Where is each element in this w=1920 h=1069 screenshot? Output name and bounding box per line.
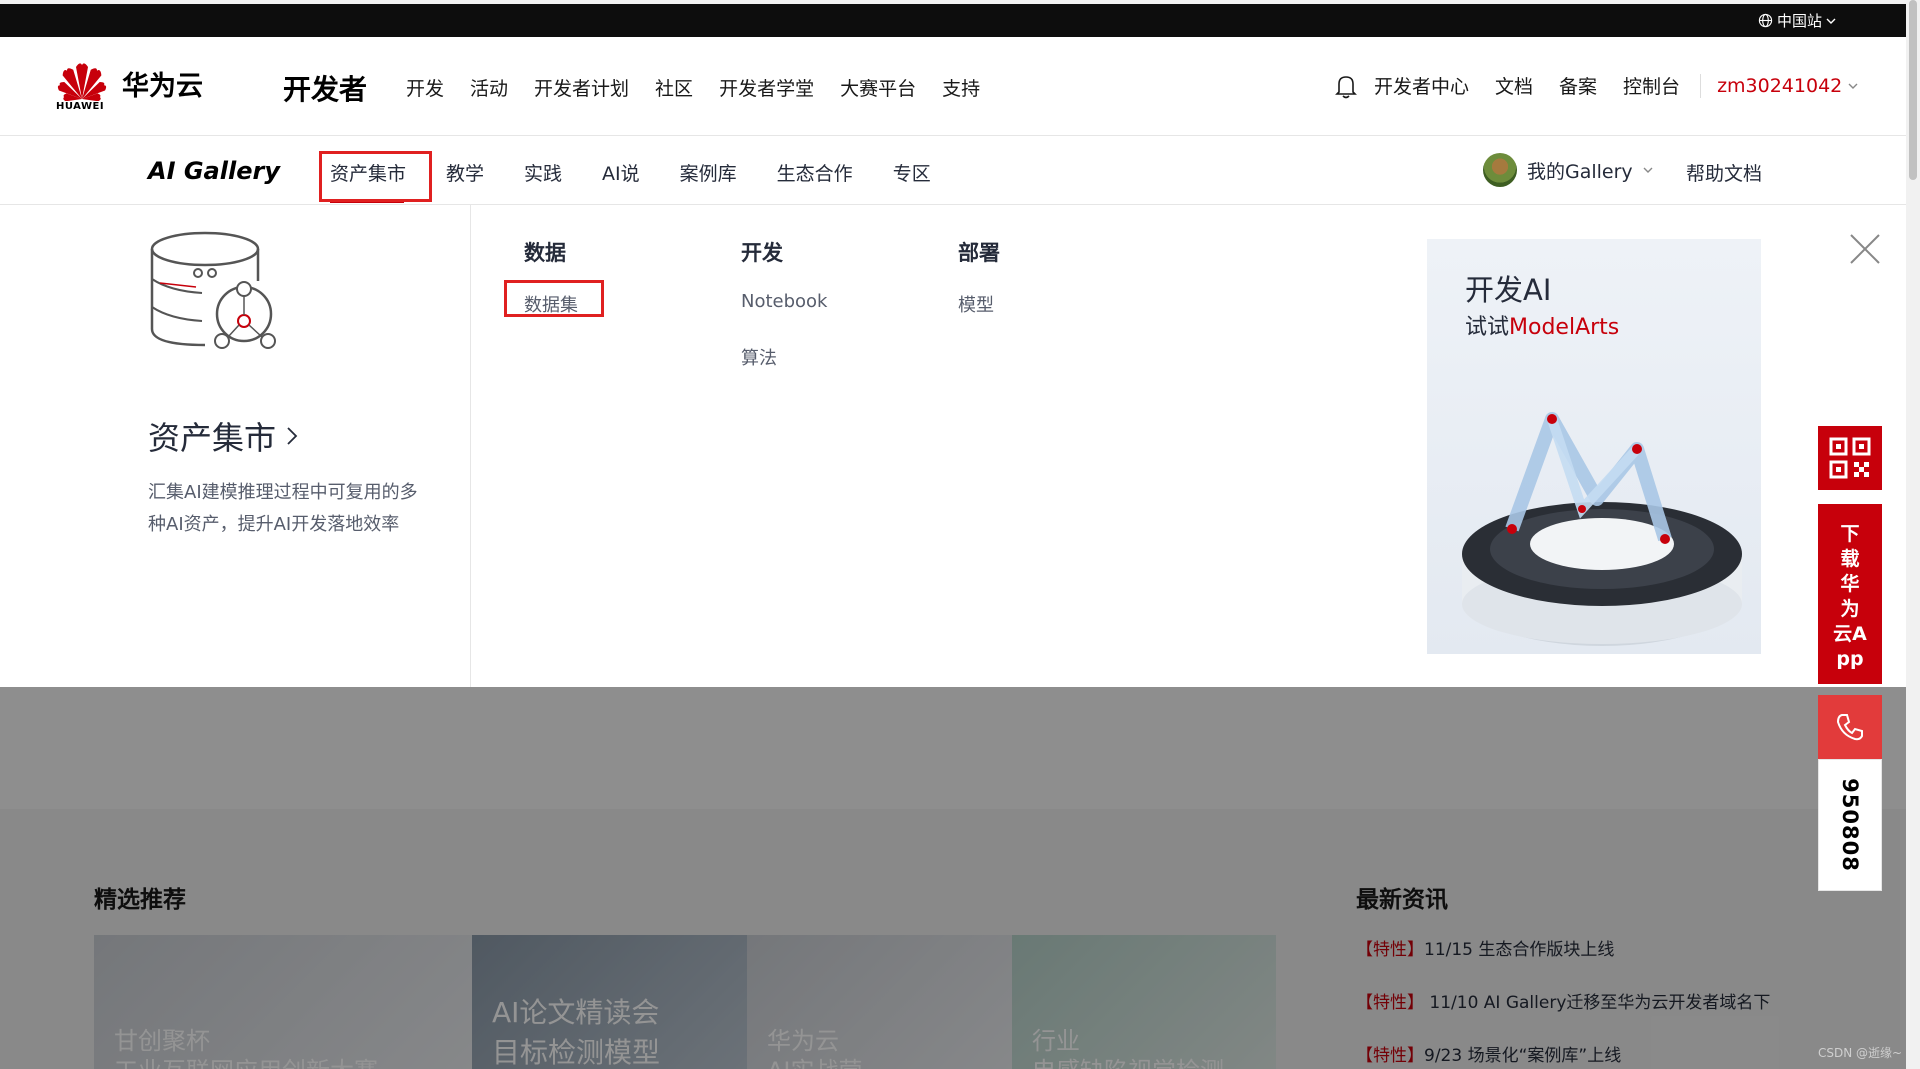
- section-title[interactable]: 开发者: [283, 68, 367, 108]
- annotation-highlight-box: [504, 280, 604, 317]
- help-docs-link[interactable]: 帮助文档: [1686, 159, 1762, 186]
- menu-link-models[interactable]: 模型: [958, 291, 1000, 317]
- nav-item-activities[interactable]: 活动: [470, 74, 508, 101]
- main-header: HUAWEI 华为云 开发者 开发 活动 开发者计划 社区 开发者学堂 大赛平台…: [0, 37, 1906, 136]
- menu-link-notebook[interactable]: Notebook: [741, 291, 827, 312]
- region-label: 中国站: [1776, 12, 1822, 30]
- username: zm30241042: [1717, 74, 1843, 97]
- menu-link-algorithms[interactable]: 算法: [741, 344, 827, 370]
- nav-item-competition[interactable]: 大赛平台: [840, 74, 916, 101]
- annotation-highlight-box: [319, 151, 432, 202]
- docs-link[interactable]: 文档: [1495, 72, 1533, 99]
- tab-ai-talk[interactable]: AI说: [602, 159, 640, 186]
- huawei-cloud-logo[interactable]: HUAWEI 华为云: [56, 61, 203, 112]
- scrollbar-thumb[interactable]: [1909, 0, 1917, 180]
- header-right-nav: 开发者中心 文档 备案 控制台 zm30241042: [1334, 72, 1858, 99]
- chevron-down-icon: [1848, 83, 1858, 89]
- close-icon[interactable]: [1849, 233, 1881, 265]
- dropdown-title-link[interactable]: 资产集市: [148, 413, 298, 459]
- column-heading-develop: 开发: [741, 241, 783, 265]
- modal-overlay[interactable]: [0, 687, 1906, 1069]
- promo-sub-prefix: 试试: [1465, 315, 1510, 340]
- main-nav: 开发 活动 开发者计划 社区 开发者学堂 大赛平台 支持: [406, 74, 980, 101]
- nav-item-develop[interactable]: 开发: [406, 74, 444, 101]
- nav-item-dev-program[interactable]: 开发者计划: [534, 74, 629, 101]
- qr-code-icon: [1829, 437, 1871, 479]
- watermark: CSDN @逝缘~: [1818, 1046, 1903, 1060]
- console-link[interactable]: 控制台: [1623, 72, 1680, 99]
- tab-ecosystem[interactable]: 生态合作: [777, 159, 853, 186]
- tab-practice[interactable]: 实践: [524, 159, 562, 186]
- logo-text: 华为云: [122, 70, 203, 102]
- modelarts-promo-card[interactable]: 开发AI 试试ModelArts: [1427, 239, 1761, 654]
- chevron-down-icon: [1643, 167, 1653, 173]
- tab-case-library[interactable]: 案例库: [680, 159, 737, 186]
- nav-item-academy[interactable]: 开发者学堂: [719, 74, 814, 101]
- qr-code-button[interactable]: [1818, 426, 1882, 490]
- gallery-subnav: AI Gallery 资产集市 教学 实践 AI说 案例库 生态合作 专区 我的…: [0, 137, 1906, 205]
- nav-item-community[interactable]: 社区: [655, 74, 693, 101]
- my-gallery-menu[interactable]: 我的Gallery: [1483, 153, 1653, 187]
- globe-icon: [1758, 13, 1773, 28]
- download-app-button[interactable]: 下载华为云App: [1818, 504, 1882, 684]
- gallery-logo[interactable]: AI Gallery: [148, 157, 280, 185]
- dev-center-link[interactable]: 开发者中心: [1374, 72, 1469, 99]
- filing-link[interactable]: 备案: [1559, 72, 1597, 99]
- chevron-right-icon: [287, 427, 298, 445]
- my-gallery-label: 我的Gallery: [1527, 160, 1633, 183]
- phone-button[interactable]: [1818, 695, 1882, 759]
- modelarts-3d-illustration: [1462, 412, 1742, 646]
- divider: [1700, 73, 1702, 98]
- bell-icon[interactable]: [1334, 73, 1358, 99]
- user-menu[interactable]: zm30241042: [1717, 75, 1858, 97]
- huawei-flower-icon: HUAWEI: [56, 61, 108, 112]
- menu-column-develop: 开发 Notebook 算法: [741, 237, 827, 402]
- column-heading-data: 数据: [524, 241, 566, 265]
- nav-item-support[interactable]: 支持: [942, 74, 980, 101]
- dropdown-intro: 资产集市 汇集AI建模推理过程中可复用的多种AI资产，提升AI开发落地效率: [0, 205, 471, 687]
- promo-title: 开发AI: [1465, 273, 1552, 307]
- logo-sub-text: HUAWEI: [56, 101, 105, 112]
- tab-teaching[interactable]: 教学: [446, 159, 484, 186]
- region-switcher[interactable]: 中国站: [1758, 10, 1836, 31]
- top-bar: 中国站: [0, 0, 1906, 37]
- promo-brand: ModelArts: [1509, 315, 1620, 340]
- column-heading-deploy: 部署: [958, 241, 1000, 265]
- chevron-down-icon: [1826, 18, 1836, 24]
- database-share-icon: [150, 231, 276, 349]
- promo-subtitle: 试试ModelArts: [1465, 309, 1619, 341]
- page-scrollbar[interactable]: [1906, 0, 1920, 1069]
- hotline-text: 950808: [1838, 778, 1863, 872]
- menu-column-deploy: 部署 模型: [958, 237, 1000, 349]
- hotline-number: 950808: [1818, 759, 1882, 891]
- dropdown-description: 汇集AI建模推理过程中可复用的多种AI资产，提升AI开发落地效率: [148, 482, 418, 535]
- phone-icon: [1836, 714, 1863, 741]
- dropdown-title: 资产集市: [148, 419, 277, 457]
- tab-special-zone[interactable]: 专区: [893, 159, 931, 186]
- avatar: [1483, 153, 1517, 187]
